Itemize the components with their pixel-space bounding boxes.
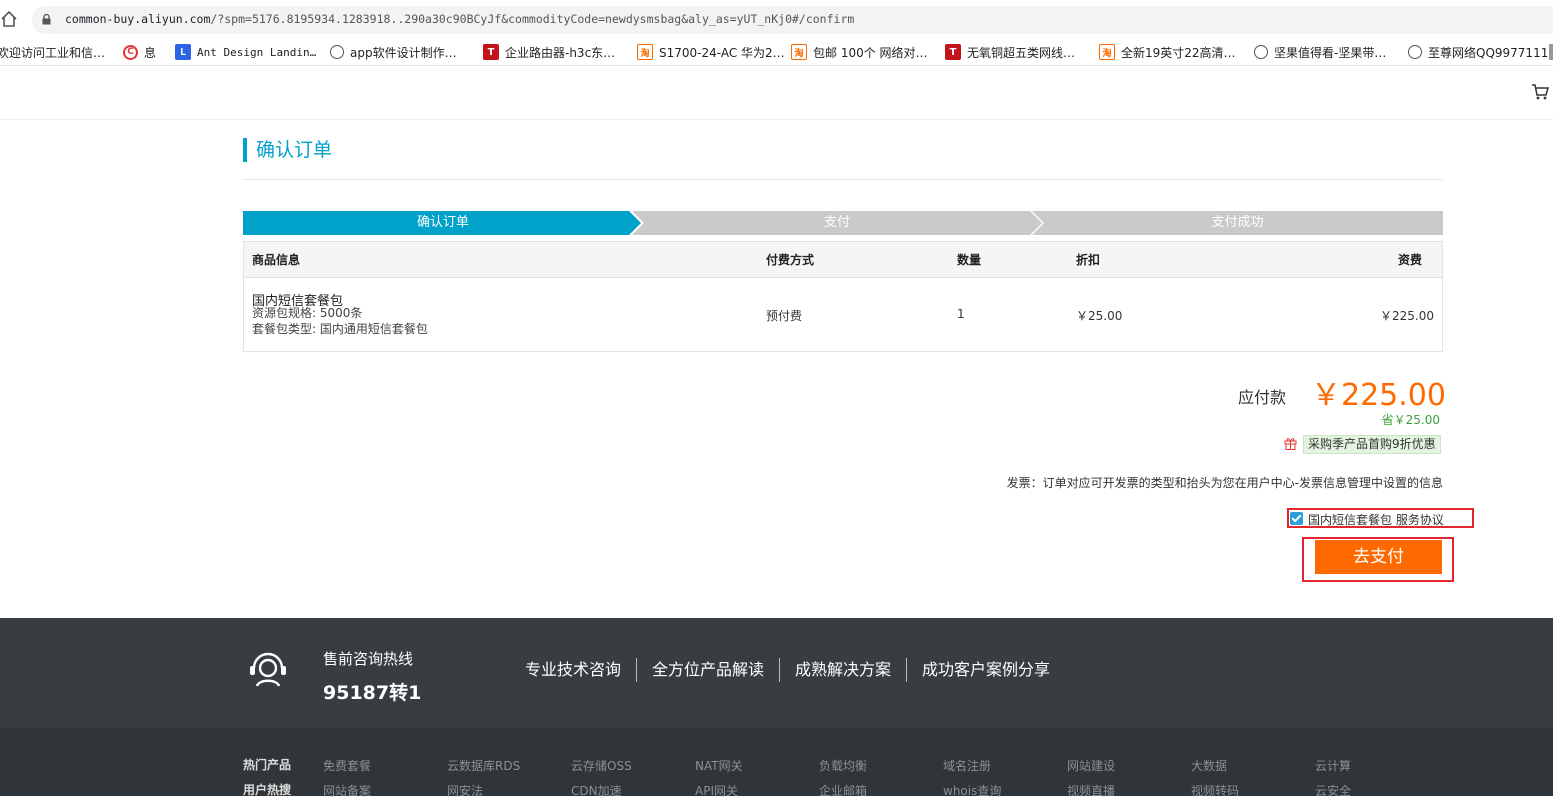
globe-icon: [1254, 45, 1268, 59]
site-header: [0, 67, 1553, 120]
c-circle-icon: C: [123, 44, 138, 60]
agreement-label: 国内短信套餐包 服务协议: [1308, 511, 1444, 528]
footer-search-link[interactable]: 视频直播: [1067, 782, 1115, 799]
browser-address-bar: common-buy.aliyun.com/?spm=5176.8195934.…: [0, 0, 1553, 38]
price: ￥225.00: [1380, 309, 1434, 323]
footer-search-link[interactable]: API网关: [695, 782, 738, 799]
savings-text: 省￥25.00: [1381, 413, 1440, 427]
footer-directory: 热门产品 免费套餐 云数据库RDS 云存储OSS NAT网关 负载均衡 域名注册…: [0, 728, 1553, 799]
bookmark-item[interactable]: 至尊网络QQ9977111: [1408, 43, 1548, 61]
column-header: 付费方式: [766, 253, 815, 267]
hotline-number: 95187转1: [323, 682, 422, 704]
bookmark-item[interactable]: app软件设计制作…: [330, 43, 457, 61]
footer-link[interactable]: 全方位产品解读: [636, 658, 779, 682]
step-pay: 支付: [632, 211, 1042, 235]
gift-icon: [1284, 438, 1297, 450]
t-square-icon: T: [483, 44, 499, 60]
footer-search-link[interactable]: whois查询: [943, 782, 1001, 799]
footer-nav: 专业技术咨询 全方位产品解读 成熟解决方案 成功客户案例分享: [510, 658, 1065, 682]
bookmark-item[interactable]: C息: [123, 43, 156, 61]
order-table: 商品信息 付费方式 数量 折扣 资费 国内短信套餐包 资源包规格: 5000条 …: [243, 241, 1443, 352]
column-header: 资费: [1397, 253, 1422, 267]
footer-search-link[interactable]: 企业邮箱: [819, 782, 867, 799]
pay-button[interactable]: 去支付: [1315, 540, 1442, 574]
footer-search-link[interactable]: 视频转码: [1191, 782, 1239, 799]
lock-icon: [42, 14, 51, 25]
footer-search-link[interactable]: 云安全: [1315, 782, 1351, 799]
step-pay-success: 支付成功: [1032, 211, 1443, 235]
bookmark-item[interactable]: 坚果值得看-坚果带…: [1254, 43, 1386, 61]
promo-badge: 采购季产品首购9折优惠: [1303, 435, 1441, 454]
bookmark-item[interactable]: 淘包邮 100个 网络对…: [791, 43, 928, 61]
l-square-icon: L: [175, 44, 191, 60]
bookmark-item[interactable]: T 无氧铜超五类网线…: [945, 43, 1075, 61]
hotline-label: 售前咨询热线: [323, 650, 414, 668]
bookmark-item[interactable]: 欢迎访问工业和信…: [0, 43, 105, 61]
footer-link[interactable]: 成功客户案例分享: [906, 658, 1065, 682]
divider: [243, 179, 1443, 180]
cart-icon[interactable]: [1531, 83, 1549, 101]
footer-search-link[interactable]: 网安法: [447, 782, 483, 799]
bookmarks-overflow[interactable]: [1549, 44, 1553, 60]
invoice-note: 发票：订单对应可开发票的类型和抬头为您在用户中心-发票信息管理中设置的信息: [1006, 476, 1443, 490]
footer-product-link[interactable]: 云计算: [1315, 757, 1351, 774]
url-field[interactable]: common-buy.aliyun.com/?spm=5176.8195934.…: [32, 6, 1553, 34]
footer-product-link[interactable]: 域名注册: [943, 757, 991, 774]
globe-icon: [330, 45, 344, 59]
quantity: 1: [957, 307, 965, 321]
footer-product-link[interactable]: 云数据库RDS: [447, 757, 520, 774]
footer-product-link[interactable]: 网站建设: [1067, 757, 1115, 774]
page-title: 确认订单: [243, 138, 332, 162]
footer-row-heading: 用户热搜: [243, 783, 292, 797]
url-text: common-buy.aliyun.com/?spm=5176.8195934.…: [65, 12, 855, 26]
footer-search-link[interactable]: 网站备案: [323, 782, 371, 799]
customer-service-icon: [250, 652, 286, 687]
discount: ￥25.00: [1076, 309, 1123, 323]
table-header: 商品信息 付费方式 数量 折扣 资费: [244, 242, 1442, 278]
product-spec-size: 资源包规格: 5000条: [252, 306, 363, 320]
product-spec-type: 套餐包类型: 国内通用短信套餐包: [252, 322, 428, 336]
bookmarks-bar: 欢迎访问工业和信… C息 L Ant Design Landin… app软件设计…: [0, 38, 1553, 66]
footer-product-link[interactable]: NAT网关: [695, 757, 743, 774]
bookmark-item[interactable]: 淘全新19英寸22高清…: [1099, 43, 1236, 61]
agreement-checkbox[interactable]: [1290, 512, 1303, 525]
footer-product-link[interactable]: 大数据: [1191, 757, 1227, 774]
amount-due-label: 应付款: [1238, 388, 1287, 407]
footer-product-link[interactable]: 免费套餐: [323, 757, 371, 774]
payment-type: 预付费: [766, 309, 803, 323]
bookmark-item[interactable]: 淘 S1700-24-AC 华为2…: [637, 43, 785, 61]
service-agreement-link[interactable]: 国内短信套餐包 服务协议: [1308, 513, 1444, 527]
footer-link[interactable]: 成熟解决方案: [779, 658, 906, 682]
column-header: 商品信息: [252, 253, 301, 267]
column-header: 数量: [957, 253, 982, 267]
t-square-icon: T: [945, 44, 961, 60]
taobao-icon: 淘: [1099, 44, 1115, 60]
amount-due: ￥225.00: [1311, 378, 1446, 413]
progress-steps: 支付成功 支付 确认订单: [243, 211, 1443, 235]
taobao-icon: 淘: [791, 44, 807, 60]
footer-link[interactable]: 专业技术咨询: [510, 658, 636, 682]
bookmark-item[interactable]: T 企业路由器-h3c东…: [483, 43, 615, 61]
footer-product-link[interactable]: 云存储OSS: [571, 757, 632, 774]
globe-icon: [1408, 45, 1422, 59]
footer-row-heading: 热门产品: [243, 758, 292, 772]
column-header: 折扣: [1076, 253, 1101, 267]
step-confirm-order: 确认订单: [243, 211, 641, 235]
table-row: 国内短信套餐包 资源包规格: 5000条 套餐包类型: 国内通用短信套餐包 预付…: [244, 278, 1442, 351]
home-icon[interactable]: [0, 10, 18, 28]
footer-search-link[interactable]: CDN加速: [571, 782, 622, 799]
footer-product-link[interactable]: 负载均衡: [819, 757, 867, 774]
bookmark-item[interactable]: L Ant Design Landin…: [175, 43, 316, 61]
taobao-icon: 淘: [637, 44, 653, 60]
